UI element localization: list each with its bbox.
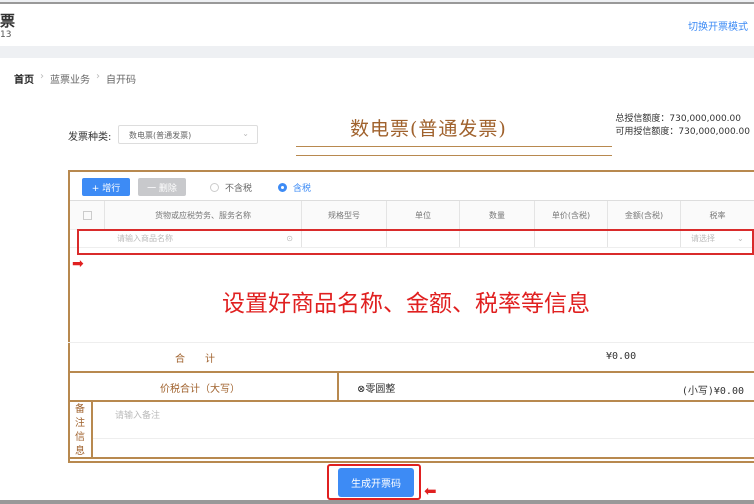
col-qty: 数量 [460,201,535,229]
breadcrumb-separator: › [96,71,100,82]
divider [337,372,339,400]
delete-row-button[interactable]: 一 删除 [138,178,186,196]
invoice-type-select[interactable]: 数电票(普通发票) ⌄ [118,125,258,144]
red-arrow-icon: ➡ [72,256,84,272]
breadcrumb-separator: › [40,71,44,82]
generate-code-button[interactable]: 生成开票码 [338,468,414,497]
red-arrow-icon: ⬅ [424,482,437,500]
breadcrumb-home[interactable]: 首页 [14,71,34,86]
available-credit: 可用授信额度：730,000,000.00 [615,127,750,137]
page-subtitle: 13 [0,30,12,40]
total-label: 合 计 [175,354,215,365]
chevron-down-icon: ⌄ [242,129,249,138]
radio-tax-included[interactable]: 含税 [278,181,311,194]
title-underline-2 [296,155,612,156]
credit-info: 总授信额度：730,000,000.00 可用授信额度：730,000,000.… [615,113,750,139]
total-amount: ¥0.00 [606,351,637,362]
remarks-label: 备注信息 [75,404,85,457]
table-header: 货物或应税劳务、服务名称 规格型号 单位 数量 单价(含税) 金额(含税) 税率 [70,200,754,230]
col-amount: 金额(含税) [608,201,681,229]
col-unit: 单位 [387,201,460,229]
capital-total-value: ⊗零圆整 [357,384,396,395]
highlight-box [77,229,754,255]
col-name: 货物或应税劳务、服务名称 [105,201,302,229]
col-tax-rate: 税率 [709,210,726,220]
small-total-value: (小写)¥0.00 [681,386,744,397]
checkbox-icon [82,210,92,220]
add-row-button[interactable]: + 增行 [82,178,130,196]
total-credit: 总授信额度：730,000,000.00 [615,114,741,124]
bottom-border [0,500,754,504]
switch-mode-link[interactable]: 切换开票模式 [688,18,748,33]
invoice-type-value: 数电票(普通发票) [129,131,192,140]
title-underline [296,146,612,147]
select-all-checkbox[interactable] [70,201,105,229]
radio-checked-icon [278,183,287,192]
radio-label: 不含税 [225,184,253,194]
top-bar: 票 13 切换开票模式 [0,2,754,46]
col-spec: 规格型号 [302,201,387,229]
breadcrumb-current: 自开码 [106,75,136,86]
invoice-title: 数电票(普通发票) [350,118,507,140]
annotation-text: 设置好商品名称、金额、税率等信息 [222,291,590,317]
capital-total-label: 价税合计（大写） [160,384,240,395]
divider [68,457,754,459]
divider [68,342,754,343]
radio-icon [210,183,219,192]
radio-tax-excluded[interactable]: 不含税 [210,181,252,194]
page-title: 票 [0,12,16,30]
divider [68,371,754,373]
breadcrumb-blue-invoice[interactable]: 蓝票业务 [50,71,90,86]
breadcrumb: 首页 › 蓝票业务 › 自开码 [14,71,136,86]
remarks-input[interactable]: 请输入备注 [93,401,754,439]
col-price: 单价(含税) [535,201,608,229]
radio-label: 含税 [293,184,312,194]
invoice-type-label: 发票种类: [68,132,112,143]
